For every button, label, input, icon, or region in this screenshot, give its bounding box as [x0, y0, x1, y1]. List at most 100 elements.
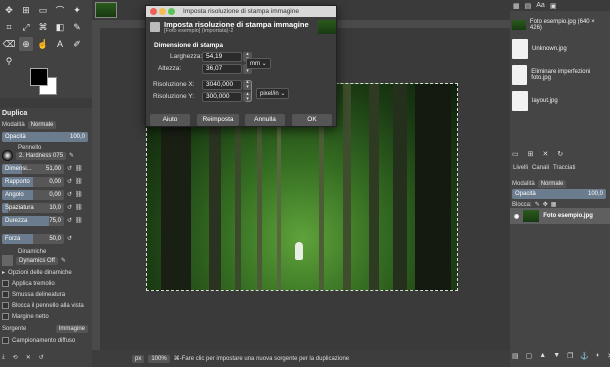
reset-icon[interactable]: ↺ — [67, 217, 72, 224]
jitter-row[interactable]: Applica tremolio — [2, 278, 88, 289]
sample-merged-checkbox[interactable] — [2, 337, 9, 344]
gradient-icon[interactable]: ◧ — [53, 20, 67, 34]
layers-dock-tabs[interactable]: Livelli Canali Tracciati — [510, 163, 610, 173]
chain-link-icon[interactable] — [246, 80, 252, 102]
reset-icon[interactable]: ↺ — [67, 191, 72, 198]
smudge-icon[interactable]: ☝ — [36, 37, 50, 51]
smooth-row[interactable]: Smussa delineatura — [2, 289, 88, 300]
move-icon[interactable]: ✥ — [2, 3, 16, 17]
lock-brush-row[interactable]: Blocca il pennello alla vista — [2, 300, 88, 311]
source-dropdown[interactable]: Immagine — [55, 324, 88, 333]
image-list-item[interactable]: Eliminare imperfezioni foto.jpg — [512, 64, 608, 86]
smooth-checkbox[interactable] — [2, 291, 9, 298]
eye-icon[interactable]: ◉ — [514, 213, 519, 220]
align-icon[interactable]: ⊞ — [19, 3, 33, 17]
link-icon[interactable]: ⛓ — [75, 217, 83, 224]
ratio-slider[interactable]: Rapporto 0,00 — [2, 176, 64, 187]
zoom-icon[interactable]: ⚲ — [2, 54, 16, 68]
crop-icon[interactable]: ⌗ — [2, 20, 16, 34]
width-input[interactable]: 54,19 — [202, 52, 242, 62]
ratio-row[interactable]: Rapporto 0,00 ↺ ⛓ — [2, 176, 88, 187]
angle-row[interactable]: Angolo 0,00 ↺ ⛓ — [2, 189, 88, 200]
tab-paths[interactable]: Tracciati — [553, 165, 575, 171]
opacity-row[interactable]: Opacità 100,0 — [2, 131, 88, 142]
spacing-row[interactable]: Spaziatura 10,0 ↺ ⛓ — [2, 202, 88, 213]
fuzzy-select-icon[interactable]: ✦ — [70, 3, 84, 17]
patterns-tab-icon[interactable]: ▤ — [525, 2, 532, 10]
layer-row[interactable]: ◉ Foto esempio.jpg — [510, 208, 610, 224]
height-input[interactable]: 36,07 — [202, 64, 242, 74]
warp-icon[interactable]: ⌘ — [36, 20, 50, 34]
vertical-ruler[interactable] — [92, 28, 100, 350]
resx-input[interactable]: 3040,000 — [202, 80, 242, 90]
res-unit-dropdown[interactable]: pixel/in ⌄ — [256, 88, 290, 99]
foreground-color[interactable] — [30, 68, 48, 86]
delete-display-icon[interactable]: ✕ — [543, 150, 549, 160]
dynamics-options-label[interactable]: Opzioni delle dinamiche — [8, 270, 72, 276]
lock-brush-checkbox[interactable] — [2, 302, 9, 309]
opacity-slider[interactable]: Opacità 100,0 — [2, 131, 88, 142]
free-select-icon[interactable]: ⌒ — [53, 3, 67, 17]
text-icon[interactable]: A — [53, 37, 67, 51]
rect-select-icon[interactable]: ▭ — [36, 3, 50, 17]
new-display-icon[interactable]: ⊞ — [528, 150, 534, 160]
unit-dropdown[interactable]: px — [132, 354, 145, 363]
hardness-slider[interactable]: Durezza 75,0 — [2, 215, 64, 226]
color-picker-icon[interactable]: ✐ — [70, 37, 84, 51]
dynamics-options[interactable]: ▸ Opzioni delle dinamiche — [2, 267, 88, 278]
mode-dropdown[interactable]: Normale — [27, 120, 57, 129]
image-list-item[interactable]: Foto esempio.jpg (640 × 426) — [512, 14, 608, 36]
expander-icon[interactable]: ▸ — [2, 269, 5, 276]
clone-icon[interactable]: ⊕ — [19, 37, 33, 51]
reset-button[interactable]: Reimposta — [197, 114, 239, 126]
zoom-dropdown[interactable]: 100% — [148, 354, 170, 363]
dialog-titlebar[interactable]: Imposta risoluzione di stampa immagine — [146, 6, 336, 17]
help-button[interactable]: Aiuto — [150, 114, 190, 126]
fonts-tab-icon[interactable]: Aa — [536, 2, 545, 9]
unified-transform-icon[interactable]: ⤢ — [19, 20, 33, 34]
raise-layer-icon[interactable]: ▲ — [539, 352, 546, 362]
force-row[interactable]: Forza 50,0 ↺ — [2, 233, 88, 244]
link-icon[interactable]: ⛓ — [75, 178, 83, 185]
edit-dynamics-icon[interactable]: ✎ — [61, 257, 66, 264]
tool-options-tabs[interactable] — [0, 98, 92, 108]
hardness-row[interactable]: Durezza 75,0 ↺ ⛓ — [2, 215, 88, 226]
zoom-window-icon[interactable] — [168, 8, 175, 15]
reset-icon[interactable]: ↺ — [67, 165, 72, 172]
new-layer-icon[interactable]: ▤ — [512, 352, 519, 362]
source-row[interactable]: Sorgente Immagine — [2, 323, 88, 334]
dynamics-dropdown[interactable]: Dynamics Off — [16, 256, 58, 265]
brush-row[interactable]: 2. Hardness 075 ✎ — [2, 150, 88, 161]
minimize-window-icon[interactable] — [159, 8, 166, 15]
edge-checkbox[interactable] — [2, 313, 9, 320]
tab-layers[interactable]: Livelli — [513, 165, 528, 171]
lock-alpha-icon[interactable]: ▦ — [551, 201, 557, 208]
layer-mode-dropdown[interactable]: Normale — [537, 179, 567, 188]
reset-icon[interactable]: ↺ — [67, 204, 72, 211]
delete-icon[interactable]: ✕ — [26, 354, 31, 361]
raise-display-icon[interactable]: ▭ — [512, 150, 519, 160]
refresh-icon[interactable]: ↻ — [557, 150, 563, 160]
lower-layer-icon[interactable]: ▼ — [553, 352, 560, 362]
size-row[interactable]: Dimensi... 51,00 ↺ ⛓ — [2, 163, 88, 174]
paintbrush-icon[interactable]: ✎ — [70, 20, 84, 34]
mask-icon[interactable]: ◐ — [596, 352, 600, 362]
jitter-checkbox[interactable] — [2, 280, 9, 287]
close-window-icon[interactable] — [150, 8, 157, 15]
brushes-tab-icon[interactable]: ▦ — [513, 2, 520, 10]
images-dock-tabs[interactable]: ▦ ▤ Aa ▣ — [510, 0, 610, 11]
color-swatches[interactable] — [30, 68, 60, 98]
link-icon[interactable]: ⛓ — [75, 204, 83, 211]
tab-channels[interactable]: Canali — [532, 165, 549, 171]
images-tab-icon[interactable]: ▣ — [550, 2, 557, 10]
reset-all-icon[interactable]: ↺ — [39, 354, 44, 361]
edge-row[interactable]: Margine netto — [2, 311, 88, 322]
layer-opacity-slider[interactable]: Opacità 100,0 — [512, 188, 606, 199]
cancel-button[interactable]: Annulla — [245, 114, 285, 126]
reset-icon[interactable]: ↺ — [67, 178, 72, 185]
size-unit-dropdown[interactable]: mm ⌄ — [246, 58, 271, 69]
dynamics-icon[interactable] — [2, 255, 13, 266]
lock-pixels-icon[interactable]: ✎ — [535, 201, 540, 208]
link-icon[interactable]: ⛓ — [75, 165, 83, 172]
ok-button[interactable]: OK — [292, 114, 332, 126]
